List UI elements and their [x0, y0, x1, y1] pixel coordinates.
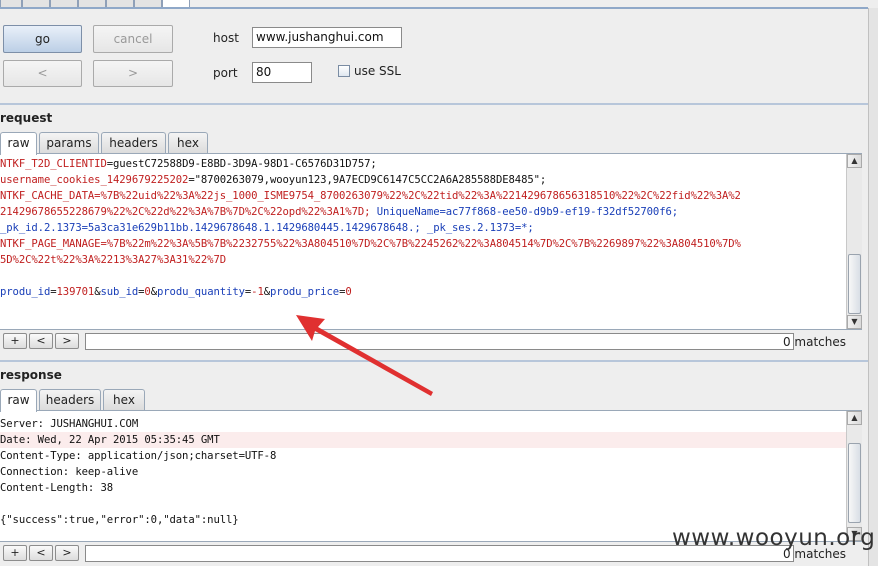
- watermark-text: www.wooyun.org: [672, 525, 876, 551]
- annotation-arrow-icon: [296, 315, 433, 396]
- tab-response-raw[interactable]: raw: [0, 389, 37, 412]
- tab-request-raw[interactable]: raw: [0, 132, 37, 155]
